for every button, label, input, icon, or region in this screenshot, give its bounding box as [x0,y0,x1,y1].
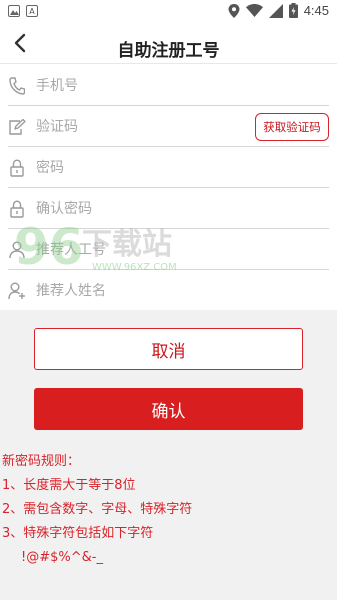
confirm-button[interactable]: 确认 [34,388,303,430]
text-icon: A [26,5,38,17]
confirm-password-row [0,188,337,229]
rule-item: 1、长度需大于等于8位 [2,478,136,493]
special-chars: !@#$%^&-_ [21,550,103,565]
password-rules: 新密码规则： 1、长度需大于等于8位 2、需包含数字、字母、特殊字符 3、特殊字… [2,450,192,570]
referrer-id-input[interactable] [36,237,246,263]
nav-bar: 自助注册工号 [0,24,337,64]
user-icon [8,240,26,260]
gallery-icon [8,5,20,17]
status-right-icons: 4:45 [228,3,329,18]
referrer-id-row [0,229,337,270]
location-icon [228,3,240,18]
bottom-panel: 取消 确认 新密码规则： 1、长度需大于等于8位 2、需包含数字、字母、特殊字符… [0,310,337,600]
password-input[interactable] [36,155,246,181]
status-bar: A 4:45 [0,0,337,24]
page-title: 自助注册工号 [117,41,220,61]
user-add-icon [8,281,26,301]
signal-icon [268,3,283,18]
lock-icon [8,158,26,178]
referrer-name-input[interactable] [36,278,246,304]
code-input[interactable] [36,114,206,140]
phone-icon [8,76,26,96]
status-time: 4:45 [303,3,329,18]
code-row: 获取验证码 [0,106,337,147]
battery-icon [288,3,298,18]
rule-item: 3、特殊字符包括如下字符 [2,526,154,541]
get-code-button[interactable]: 获取验证码 [255,113,329,141]
rules-title: 新密码规则： [2,454,81,469]
phone-row [0,65,337,106]
confirm-password-input[interactable] [36,196,246,222]
rule-item: 2、需包含数字、字母、特殊字符 [2,502,193,517]
phone-input[interactable] [36,73,246,99]
password-row [0,147,337,188]
status-left-icons: A [8,5,38,17]
cancel-button[interactable]: 取消 [34,328,303,370]
lock-icon [8,199,26,219]
edit-icon [8,117,26,137]
wifi-icon [245,4,263,17]
referrer-name-row [0,270,337,311]
